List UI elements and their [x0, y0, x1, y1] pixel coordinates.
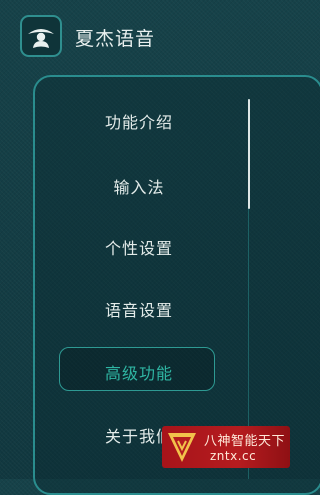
watermark-title: 八神智能天下 — [204, 434, 286, 449]
face-logo-icon — [28, 29, 54, 48]
menu-item-personalization[interactable]: 个性设置 — [35, 235, 243, 259]
watermark-url: zntx.cc — [210, 449, 257, 463]
menu-item-advanced[interactable]: 高级功能 — [35, 360, 243, 384]
menu-item-voice-settings[interactable]: 语音设置 — [35, 297, 243, 321]
app-logo-icon[interactable] — [20, 15, 62, 57]
watermark-logo-icon — [165, 429, 199, 465]
watermark-badge: 八神智能天下 zntx.cc — [162, 426, 290, 468]
app-header: 夏杰语音 — [0, 0, 302, 70]
menu-item-features[interactable]: 功能介绍 — [35, 109, 243, 133]
menu-item-input-method[interactable]: 输入法 — [35, 174, 243, 198]
app-title: 夏杰语音 — [75, 28, 156, 50]
scrollbar-thumb[interactable] — [248, 99, 250, 209]
